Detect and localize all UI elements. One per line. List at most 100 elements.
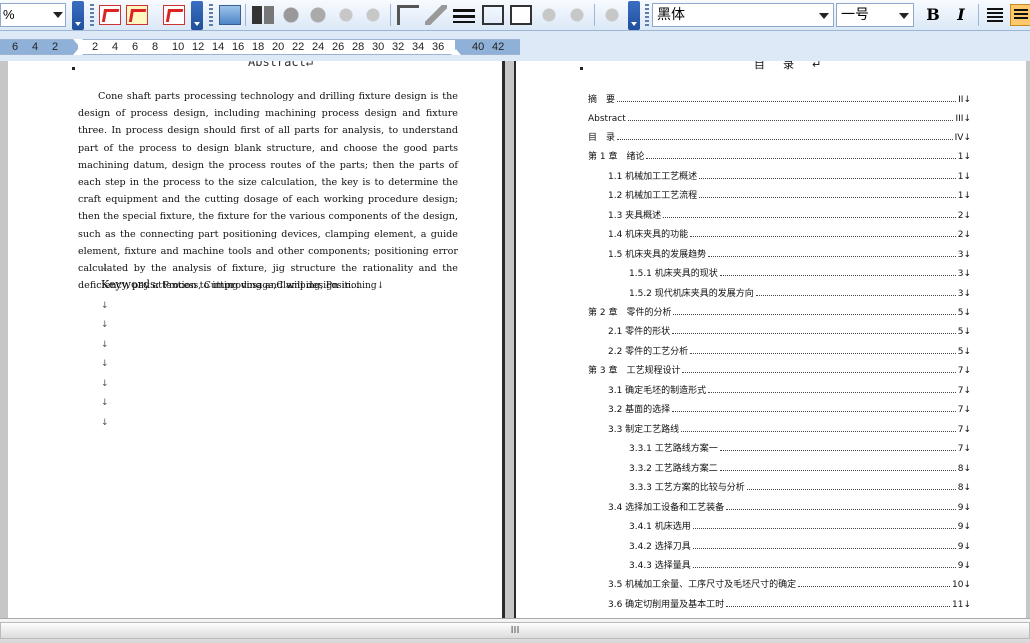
italic-button[interactable]: I (950, 4, 972, 26)
grip-icon: III (510, 625, 520, 636)
toc-entry-label: 第 1 章 绪论 (588, 152, 645, 162)
toc-entry[interactable]: Abstract III↓ (588, 110, 971, 124)
toc-entry[interactable]: 3.5 机械加工余量、工序尺寸及毛坯尺寸的确定 10↓ (608, 576, 971, 590)
toc-entry[interactable]: 1.5.2 现代机床夹具的发展方向 3↓ (629, 285, 971, 299)
chevron-down-icon[interactable] (899, 13, 909, 19)
toolbar-options-button[interactable] (72, 1, 84, 30)
pdf-convert-icon[interactable] (99, 5, 121, 25)
toc-entry[interactable]: 3.3.3 工艺方案的比较与分析 8↓ (629, 479, 971, 493)
format-picture-icon[interactable] (538, 5, 560, 25)
reset-picture-icon[interactable] (601, 5, 623, 25)
horizontal-scrollbar[interactable]: III (0, 618, 1030, 643)
toc-entry[interactable]: 2.1 零件的形状 5↓ (608, 323, 971, 337)
chevron-down-icon[interactable] (819, 13, 829, 19)
toolbar-options-button-2[interactable] (191, 1, 203, 30)
toc-entry[interactable]: 3.4 选择加工设备和工艺装备 9↓ (608, 499, 971, 513)
font-size-combobox[interactable]: 一号 (836, 3, 914, 27)
pdf-mail-icon[interactable] (163, 5, 185, 25)
toc-entry[interactable]: 3.6 确定切削用量及基本工时 11↓ (608, 596, 971, 610)
horizontal-ruler[interactable]: 6 4 2 2 4 6 8 10 12 14 16 18 20 22 24 26 28 30 32 34 36 40 42 (0, 31, 1030, 61)
brightness-up-icon[interactable] (335, 5, 357, 25)
toc-entry-label: 1.1 机械加工工艺概述 (608, 172, 698, 182)
toc-entry-label: 1.4 机床夹具的功能 (608, 230, 689, 240)
zoom-combobox[interactable]: % (0, 3, 66, 27)
toc-leader-dots (719, 450, 956, 451)
toc-entry-page: 1↓ (957, 191, 971, 201)
text-wrapping-icon[interactable] (510, 5, 532, 25)
right-indent-marker[interactable] (451, 49, 461, 55)
toolbar-options-button-3[interactable] (628, 1, 640, 30)
toc-entry[interactable]: 3.3.2 工艺路线方案二 8↓ (629, 460, 971, 474)
toc-entry-label: 2.1 零件的形状 (608, 327, 671, 337)
font-name-value: 黑体 (657, 7, 685, 23)
image-color-icon[interactable] (252, 6, 274, 24)
paragraph-mark: ↓ (101, 320, 109, 330)
ruler-tick: 10 (172, 41, 185, 53)
toc-entry[interactable]: 3.3 制定工艺路线 7↓ (608, 421, 971, 435)
scrollbar-thumb[interactable]: III (0, 622, 1030, 639)
crop-icon[interactable] (397, 5, 419, 25)
keywords-value: Process, Cutting dosage,Clamping, Positi… (162, 281, 385, 291)
ruler-tick: 2 (52, 41, 59, 53)
toc-entry[interactable]: 第 2 章 零件的分析 5↓ (588, 304, 971, 318)
set-transparent-color-icon[interactable] (566, 5, 588, 25)
line-style-icon[interactable] (453, 9, 475, 23)
compress-picture-icon[interactable] (482, 5, 504, 25)
separator-2 (390, 4, 391, 26)
first-line-indent-marker[interactable] (73, 39, 83, 45)
toc-entry-label: 3.3.2 工艺路线方案二 (629, 464, 718, 474)
toc-leader-dots (699, 178, 956, 179)
page-abstract[interactable]: Abstract↵ Cone shaft parts processing te… (8, 61, 505, 618)
toc-entry[interactable]: 第 1 章 绪论 1↓ (588, 148, 971, 162)
toc-entry[interactable]: 目 录 IV↓ (588, 129, 971, 143)
pdf-settings-icon[interactable] (126, 5, 148, 25)
toc-entry[interactable]: 第 3 章 工艺规程设计 7↓ (588, 362, 971, 376)
toolbar-grip[interactable] (90, 4, 94, 26)
rotate-icon[interactable] (425, 5, 447, 25)
font-size-value: 一号 (841, 7, 869, 23)
toc-entry-page: 2↓ (957, 230, 971, 240)
insert-picture-icon[interactable] (219, 5, 241, 25)
toc-entry[interactable]: 1.5 机床夹具的发展趋势 3↓ (608, 246, 971, 260)
toc-entry[interactable]: 1.1 机械加工工艺概述 1↓ (608, 168, 971, 182)
font-name-combobox[interactable]: 黑体 (652, 3, 834, 27)
bold-button[interactable]: B (922, 4, 944, 26)
toc-entry[interactable]: 1.3 夹具概述 2↓ (608, 207, 971, 221)
ruler-tick: 24 (312, 41, 325, 53)
toc-leader-dots (692, 567, 956, 568)
ruler-tick: 28 (352, 41, 365, 53)
toolbar-grip-3[interactable] (645, 4, 649, 26)
ruler-tick: 40 (472, 41, 485, 53)
toc-entry[interactable]: 摘 要 II↓ (588, 91, 971, 105)
toc-entry-page: 8↓ (957, 464, 971, 474)
hanging-indent-marker[interactable] (73, 49, 83, 55)
toc-entry[interactable]: 3.1 确定毛坯的制造形式 7↓ (608, 382, 971, 396)
ruler-tick: 16 (232, 41, 245, 53)
toc-entry[interactable]: 3.4.2 选择刀具 9↓ (629, 538, 971, 552)
toc-entry[interactable]: 3.3.1 工艺路线方案一 7↓ (629, 440, 971, 454)
toc-leader-dots (708, 392, 956, 393)
page-toc[interactable]: 目录↵ 摘 要 II↓ Abstract III↓ 目 录 IV↓ 第 1 章 绪论 1↓ 1.… (514, 61, 1026, 618)
brightness-down-icon[interactable] (362, 5, 384, 25)
toc-entry[interactable]: 2.2 零件的工艺分析 5↓ (608, 343, 971, 357)
ruler-tick: 2 (92, 41, 99, 53)
paragraph-mark: ↓ (101, 301, 109, 311)
separator-4 (978, 4, 979, 26)
contrast-down-icon[interactable] (307, 5, 329, 25)
ruler-right-margin (455, 40, 520, 54)
toc-entry-label: Abstract (588, 114, 626, 124)
chevron-down-icon[interactable] (53, 12, 63, 18)
toc-leader-dots (708, 256, 956, 257)
toc-entry[interactable]: 1.2 机械加工工艺流程 1↓ (608, 187, 971, 201)
contrast-up-icon[interactable] (280, 5, 302, 25)
distributed-align-button[interactable] (1010, 4, 1030, 26)
toc-entry-page: 9↓ (957, 503, 971, 513)
toc-entry[interactable]: 3.4.3 选择量具 9↓ (629, 557, 971, 571)
toc-entry[interactable]: 1.5.1 机床夹具的现状 3↓ (629, 265, 971, 279)
justify-button[interactable] (984, 4, 1006, 26)
toc-entry[interactable]: 1.4 机床夹具的功能 2↓ (608, 226, 971, 240)
toc-entry[interactable]: 3.2 基面的选择 7↓ (608, 401, 971, 415)
toolbar-grip-2[interactable] (209, 4, 213, 26)
toc-entry[interactable]: 3.4.1 机床选用 9↓ (629, 518, 971, 532)
document-workspace[interactable]: Abstract↵ Cone shaft parts processing te… (0, 61, 1030, 618)
